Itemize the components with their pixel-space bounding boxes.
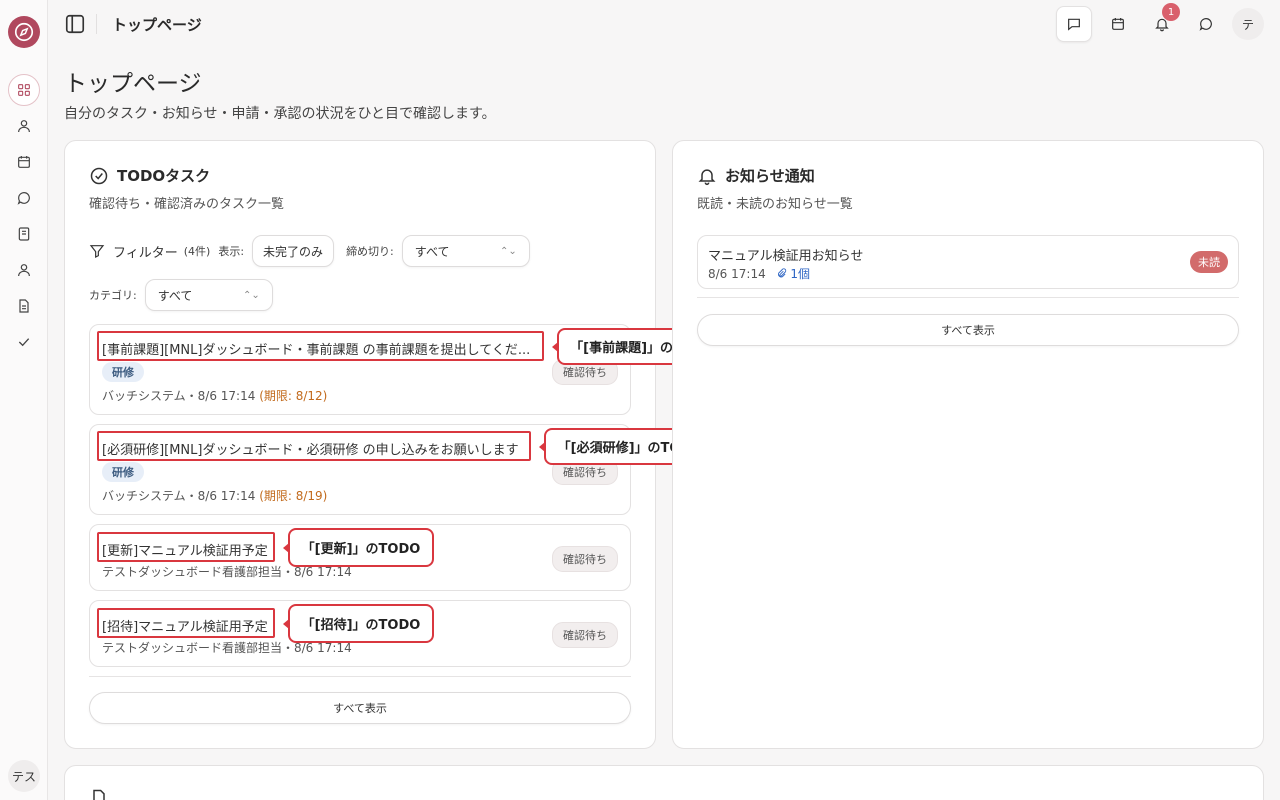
app-logo[interactable] <box>8 16 40 48</box>
status-badge: 確認待ち <box>552 546 618 572</box>
notices-card-description: 既読・未読のお知らせ一覧 <box>697 197 853 212</box>
notices-title-text: お知らせ通知 <box>725 167 815 185</box>
category-label: カテゴリ: <box>89 289 137 302</box>
notices-show-all-button[interactable]: すべて表示 <box>697 314 1239 346</box>
unread-badge: 未読 <box>1190 251 1228 273</box>
highlight-box <box>97 331 544 361</box>
display-label: 表示: <box>218 245 245 258</box>
person-icon <box>18 264 30 277</box>
sidebar-item-calendar[interactable] <box>8 146 40 178</box>
calendar-button[interactable] <box>1100 6 1136 42</box>
notices-card: お知らせ通知 既読・未読のお知らせ一覧 マニュアル検証用お知らせ 8/6 17:… <box>672 140 1264 749</box>
sidebar-toggle-icon <box>65 14 85 34</box>
page-title: トップページ <box>64 71 202 97</box>
category-row: カテゴリ: すべて ⌃⌄ <box>89 279 273 311</box>
sidebar: テス <box>0 0 48 800</box>
notice-attachment-count: 1個 <box>790 267 811 281</box>
todo-item-source: バッチシステム・8/6 17:14 <box>102 389 256 403</box>
calendar-icon <box>18 156 30 168</box>
notice-meta: 8/6 17:14 1個 <box>708 265 810 282</box>
circle-check-icon <box>90 167 108 184</box>
todo-show-all-button[interactable]: すべて表示 <box>89 692 631 724</box>
notice-title: マニュアル検証用お知らせ <box>708 249 864 264</box>
sidebar-item-chat[interactable] <box>8 182 40 214</box>
notices-divider <box>697 297 1239 298</box>
header-title: トップページ <box>112 16 202 34</box>
sidebar-item-dashboard[interactable] <box>8 74 40 106</box>
grid-icon <box>18 84 30 96</box>
todo-card-title: TODOタスク <box>89 165 210 186</box>
chevron-updown-icon: ⌃⌄ <box>242 289 260 301</box>
compass-icon <box>14 22 34 42</box>
check-icon <box>18 338 30 347</box>
todo-item-due: (期限: 8/19) <box>259 489 328 503</box>
top-header: トップページ 1 テ <box>48 0 1280 48</box>
next-card <box>64 765 1264 800</box>
notice-attachment: 1個 <box>776 267 810 281</box>
deadline-select[interactable]: すべて ⌃⌄ <box>401 235 530 267</box>
todo-item-meta: バッチシステム・8/6 17:14 (期限: 8/12) <box>102 387 327 404</box>
category-select[interactable]: すべて ⌃⌄ <box>144 279 273 311</box>
todo-divider <box>89 676 631 677</box>
highlight-box <box>97 532 275 562</box>
filter-count: (4件) <box>183 245 211 258</box>
annotation-callout: 「[更新]」のTODO <box>283 528 434 567</box>
chevron-updown-icon: ⌃⌄ <box>500 245 517 257</box>
chat-bubble-icon <box>1199 18 1212 31</box>
todo-item-source: バッチシステム・8/6 17:14 <box>102 489 256 503</box>
calendar-icon <box>1112 18 1124 30</box>
highlight-box <box>97 608 275 638</box>
messages-button[interactable] <box>1056 6 1092 42</box>
notice-item[interactable]: マニュアル検証用お知らせ 8/6 17:14 1個 未読 <box>697 235 1239 289</box>
notifications-button[interactable]: 1 <box>1144 3 1180 42</box>
notice-date: 8/6 17:14 <box>708 267 766 281</box>
sidebar-user-avatar[interactable]: テス <box>8 760 40 792</box>
sidebar-item-book[interactable] <box>8 218 40 250</box>
todo-item-tag: 研修 <box>102 462 144 482</box>
header-divider <box>96 14 97 34</box>
category-select-value: すべて <box>157 288 193 303</box>
todo-item-meta: バッチシステム・8/6 17:14 (期限: 8/19) <box>102 487 327 504</box>
highlight-box <box>97 431 531 461</box>
filter-row: フィルター (4件) 表示: 未完了のみ 締め切り: すべて ⌃⌄ <box>89 235 530 267</box>
notification-badge: 1 <box>1162 3 1180 21</box>
notices-card-title: お知らせ通知 <box>697 165 815 186</box>
status-badge: 確認待ち <box>552 622 618 648</box>
sidebar-item-profile[interactable] <box>8 110 40 142</box>
sidebar-toggle-button[interactable] <box>64 13 86 35</box>
chat-button[interactable] <box>1188 6 1224 42</box>
deadline-label: 締め切り: <box>346 245 394 258</box>
todo-item-tag: 研修 <box>102 362 144 382</box>
message-square-icon <box>1068 18 1080 31</box>
bell-icon <box>698 168 716 185</box>
sidebar-item-approvals[interactable] <box>8 326 40 358</box>
display-filter-button[interactable]: 未完了のみ <box>252 235 335 267</box>
filter-label: フィルター <box>113 245 178 261</box>
filter-icon <box>89 245 105 258</box>
annotation-callout: 「[招待]」のTODO <box>283 604 434 643</box>
todo-item-due: (期限: 8/12) <box>259 389 328 403</box>
paperclip-icon <box>777 268 786 278</box>
chat-bubble-icon <box>17 192 30 205</box>
document-icon <box>19 299 29 313</box>
todo-title-text: TODOタスク <box>117 167 211 185</box>
page-subtitle: 自分のタスク・お知らせ・申請・承認の状況をひと目で確認します。 <box>64 106 496 122</box>
sidebar-item-users[interactable] <box>8 254 40 286</box>
book-icon <box>18 227 30 241</box>
document-icon <box>93 789 105 800</box>
todo-card-description: 確認待ち・確認済みのタスク一覧 <box>89 197 285 212</box>
sidebar-item-documents[interactable] <box>8 290 40 322</box>
user-avatar[interactable]: テ <box>1232 8 1264 40</box>
user-icon <box>18 120 30 133</box>
deadline-select-value: すべて <box>414 244 450 259</box>
